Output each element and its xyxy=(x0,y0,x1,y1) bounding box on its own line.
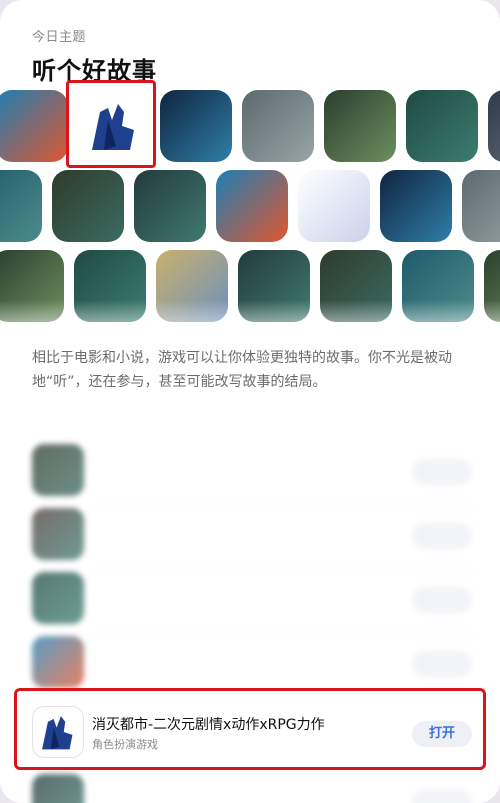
app-icon-tile[interactable] xyxy=(0,170,42,242)
get-button[interactable] xyxy=(412,651,472,677)
theme-description: 相比于电影和小说，游戏可以让你体验更独特的故事。你不光是被动地“听”，还在参与，… xyxy=(32,350,452,390)
selected-app-highlight xyxy=(14,688,486,770)
icon-row-2 xyxy=(0,170,500,242)
card-header: 今日主题 听个好故事 xyxy=(32,26,157,86)
story-theme-card[interactable]: 今日主题 听个好故事 相比于电影和小说，游戏可以让你体验更独特的故事。你不光是被… xyxy=(0,0,500,803)
get-button[interactable] xyxy=(412,459,472,485)
get-button[interactable] xyxy=(412,523,472,549)
get-button[interactable] xyxy=(412,789,472,803)
app-icon-tile[interactable] xyxy=(216,170,288,242)
app-icon xyxy=(32,444,84,496)
app-icon-tile[interactable] xyxy=(160,90,232,162)
app-icon-tile[interactable] xyxy=(0,90,68,162)
theme-subtitle: 今日主题 xyxy=(32,30,87,45)
app-icon-tile[interactable] xyxy=(52,170,124,242)
app-icon-tile[interactable] xyxy=(406,90,478,162)
app-icon-tile[interactable] xyxy=(462,170,500,242)
app-icon xyxy=(32,774,84,803)
mosaic-fade xyxy=(0,300,500,350)
app-icon xyxy=(32,508,84,560)
list-item[interactable] xyxy=(32,444,476,508)
app-icon xyxy=(32,572,84,624)
app-icon-tile[interactable] xyxy=(134,170,206,242)
list-item[interactable] xyxy=(32,508,476,572)
get-button[interactable] xyxy=(412,587,472,613)
app-icon-tile[interactable] xyxy=(488,90,500,162)
app-icon-tile[interactable] xyxy=(380,170,452,242)
featured-icon-highlight xyxy=(66,80,156,168)
app-icon-tile[interactable] xyxy=(324,90,396,162)
list-item[interactable] xyxy=(32,572,476,636)
app-icon-tile[interactable] xyxy=(298,170,370,242)
app-icon-tile[interactable] xyxy=(242,90,314,162)
app-icon xyxy=(32,636,84,688)
list-item[interactable] xyxy=(32,774,476,803)
